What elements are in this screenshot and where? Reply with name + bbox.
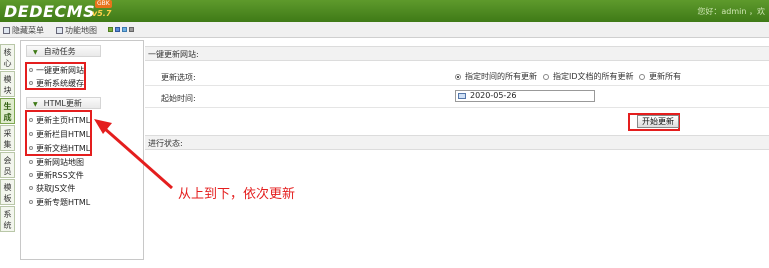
annotation-arrow xyxy=(94,119,173,190)
arrow-shaft xyxy=(103,126,173,190)
annotation-text: 从上到下，依次更新 xyxy=(178,187,296,202)
